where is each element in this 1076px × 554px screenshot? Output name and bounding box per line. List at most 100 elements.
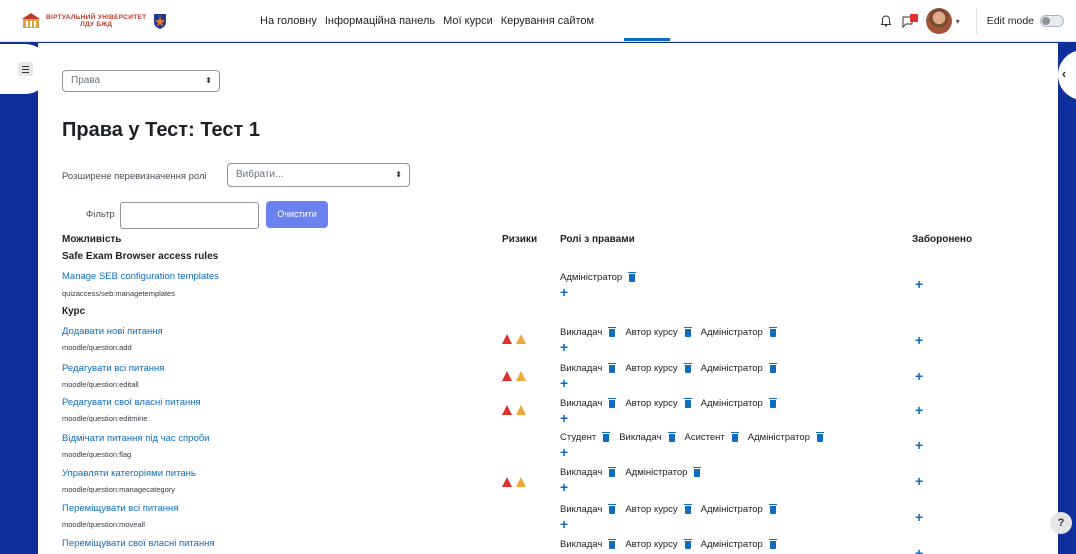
nav-site-admin[interactable]: Керування сайтом xyxy=(501,15,594,27)
add-role-plus-icon[interactable]: + xyxy=(560,376,568,390)
risk-config-icon[interactable] xyxy=(516,477,526,487)
university-emblem-icon xyxy=(22,12,40,28)
messages-icon[interactable] xyxy=(902,14,918,28)
trash-icon[interactable] xyxy=(768,538,777,549)
risk-xss-icon[interactable] xyxy=(502,371,512,381)
chevron-down-icon[interactable]: ▾ xyxy=(956,17,960,26)
user-avatar[interactable] xyxy=(925,8,952,34)
active-nav-indicator xyxy=(624,38,670,41)
trash-icon[interactable] xyxy=(768,362,777,373)
trash-icon[interactable] xyxy=(667,431,676,442)
risk-config-icon[interactable] xyxy=(516,371,526,381)
prohibit-plus-icon[interactable]: + xyxy=(915,277,923,291)
roles-list: Викладач Автор курсу Адміністратор xyxy=(560,538,786,550)
nav-dashboard[interactable]: Інформаційна панель xyxy=(325,15,435,27)
capability-link[interactable]: Додавати нові питання xyxy=(62,326,163,337)
add-role-plus-icon[interactable]: + xyxy=(560,445,568,459)
role-item: Адміністратор xyxy=(700,397,777,409)
roles-list: Адміністратор xyxy=(560,271,645,283)
role-name: Автор курсу xyxy=(625,504,678,515)
trash-icon[interactable] xyxy=(608,538,617,549)
capability-link[interactable]: Переміщувати свої власні питання xyxy=(62,538,215,549)
trash-icon[interactable] xyxy=(608,326,617,337)
role-name: Автор курсу xyxy=(625,398,678,409)
trash-icon[interactable] xyxy=(815,431,824,442)
trash-icon[interactable] xyxy=(608,362,617,373)
roles-list: Викладач Автор курсу Адміністратор xyxy=(560,326,786,338)
prohibit-plus-icon[interactable]: + xyxy=(915,369,923,383)
add-role-plus-icon[interactable]: + xyxy=(560,517,568,531)
prohibit-plus-icon[interactable]: + xyxy=(915,438,923,452)
risk-icons xyxy=(502,477,530,487)
trash-icon[interactable] xyxy=(608,397,617,408)
clear-filter-button[interactable]: Очистити xyxy=(266,201,328,228)
role-item: Асистент xyxy=(685,431,739,443)
bell-icon[interactable] xyxy=(880,15,892,27)
trash-icon[interactable] xyxy=(608,466,617,477)
role-item: Викладач xyxy=(560,538,617,550)
chevron-left-icon[interactable]: ‹ xyxy=(1056,64,1072,84)
trash-icon[interactable] xyxy=(730,431,739,442)
add-role-plus-icon[interactable]: + xyxy=(560,340,568,354)
trash-icon[interactable] xyxy=(683,538,692,549)
role-name: Викладач xyxy=(560,398,603,409)
risk-xss-icon[interactable] xyxy=(502,477,512,487)
risk-xss-icon[interactable] xyxy=(502,405,512,415)
user-menu-area: ▾ Edit mode xyxy=(880,0,1076,42)
roles-list: Студент Викладач Асистент Адміністратор xyxy=(560,431,833,443)
course-index-toggle-icon[interactable] xyxy=(18,62,33,76)
capability-link[interactable]: Переміщувати всі питання xyxy=(62,503,178,514)
role-name: Викладач xyxy=(560,539,603,550)
trash-icon[interactable] xyxy=(693,466,702,477)
capability-link[interactable]: Управляти категоріями питань xyxy=(62,468,196,479)
edit-mode-toggle[interactable] xyxy=(1040,15,1064,27)
trash-icon[interactable] xyxy=(602,431,611,442)
help-button[interactable]: ? xyxy=(1050,512,1072,534)
risk-config-icon[interactable] xyxy=(516,334,526,344)
trash-icon[interactable] xyxy=(768,326,777,337)
group-heading: Курс xyxy=(62,306,86,317)
role-item: Адміністратор xyxy=(701,326,777,338)
capability-link[interactable]: Manage SEB configuration templates xyxy=(62,271,219,282)
role-name: Автор курсу xyxy=(625,539,678,550)
trash-icon[interactable] xyxy=(608,503,617,514)
trash-icon[interactable] xyxy=(683,503,692,514)
nav-home[interactable]: На головну xyxy=(260,15,317,27)
prohibit-plus-icon[interactable]: + xyxy=(915,546,923,554)
capability-link[interactable]: Редагувати свої власні питання xyxy=(62,397,201,408)
capability-code: moodle/question:flag xyxy=(62,450,132,459)
site-logo[interactable]: ВІРТУАЛЬНИЙ УНІВЕРСИТЕТ ЛДУ БЖД xyxy=(22,12,222,30)
nav-my-courses[interactable]: Мої курси xyxy=(443,15,493,27)
trash-icon[interactable] xyxy=(683,326,692,337)
role-item: Викладач xyxy=(560,466,617,478)
override-role-select[interactable]: Вибрати... ⬍ xyxy=(227,163,410,187)
header-prohibited: Заборонено xyxy=(912,234,973,245)
permissions-select[interactable]: Права ⬍ xyxy=(62,70,220,92)
role-name: Адміністратор xyxy=(625,467,688,478)
prohibit-plus-icon[interactable]: + xyxy=(915,510,923,524)
role-item: Викладач xyxy=(619,431,676,443)
capability-link[interactable]: Редагувати всі питання xyxy=(62,363,164,374)
trash-icon[interactable] xyxy=(683,362,692,373)
trash-icon[interactable] xyxy=(768,503,777,514)
filter-input[interactable] xyxy=(120,202,259,229)
trash-icon[interactable] xyxy=(768,397,777,408)
role-name: Адміністратор xyxy=(700,398,763,409)
add-role-plus-icon[interactable]: + xyxy=(560,480,568,494)
risk-config-icon[interactable] xyxy=(516,405,526,415)
risk-xss-icon[interactable] xyxy=(502,334,512,344)
add-role-plus-icon[interactable]: + xyxy=(560,411,568,425)
filter-label: Фільтр xyxy=(86,209,115,220)
capability-link[interactable]: Відмічати питання під час спроби xyxy=(62,433,209,444)
capability-code: moodle/question:managecategory xyxy=(62,485,175,494)
prohibit-plus-icon[interactable]: + xyxy=(915,474,923,488)
role-item: Автор курсу xyxy=(625,362,692,374)
role-name: Студент xyxy=(560,432,597,443)
trash-icon[interactable] xyxy=(683,397,692,408)
roles-list: Викладач Адміністратор xyxy=(560,466,710,478)
add-role-plus-icon[interactable]: + xyxy=(560,285,568,299)
prohibit-plus-icon[interactable]: + xyxy=(915,333,923,347)
prohibit-plus-icon[interactable]: + xyxy=(915,403,923,417)
logo-line-1: ВІРТУАЛЬНИЙ УНІВЕРСИТЕТ xyxy=(46,13,147,21)
trash-icon[interactable] xyxy=(628,271,637,282)
